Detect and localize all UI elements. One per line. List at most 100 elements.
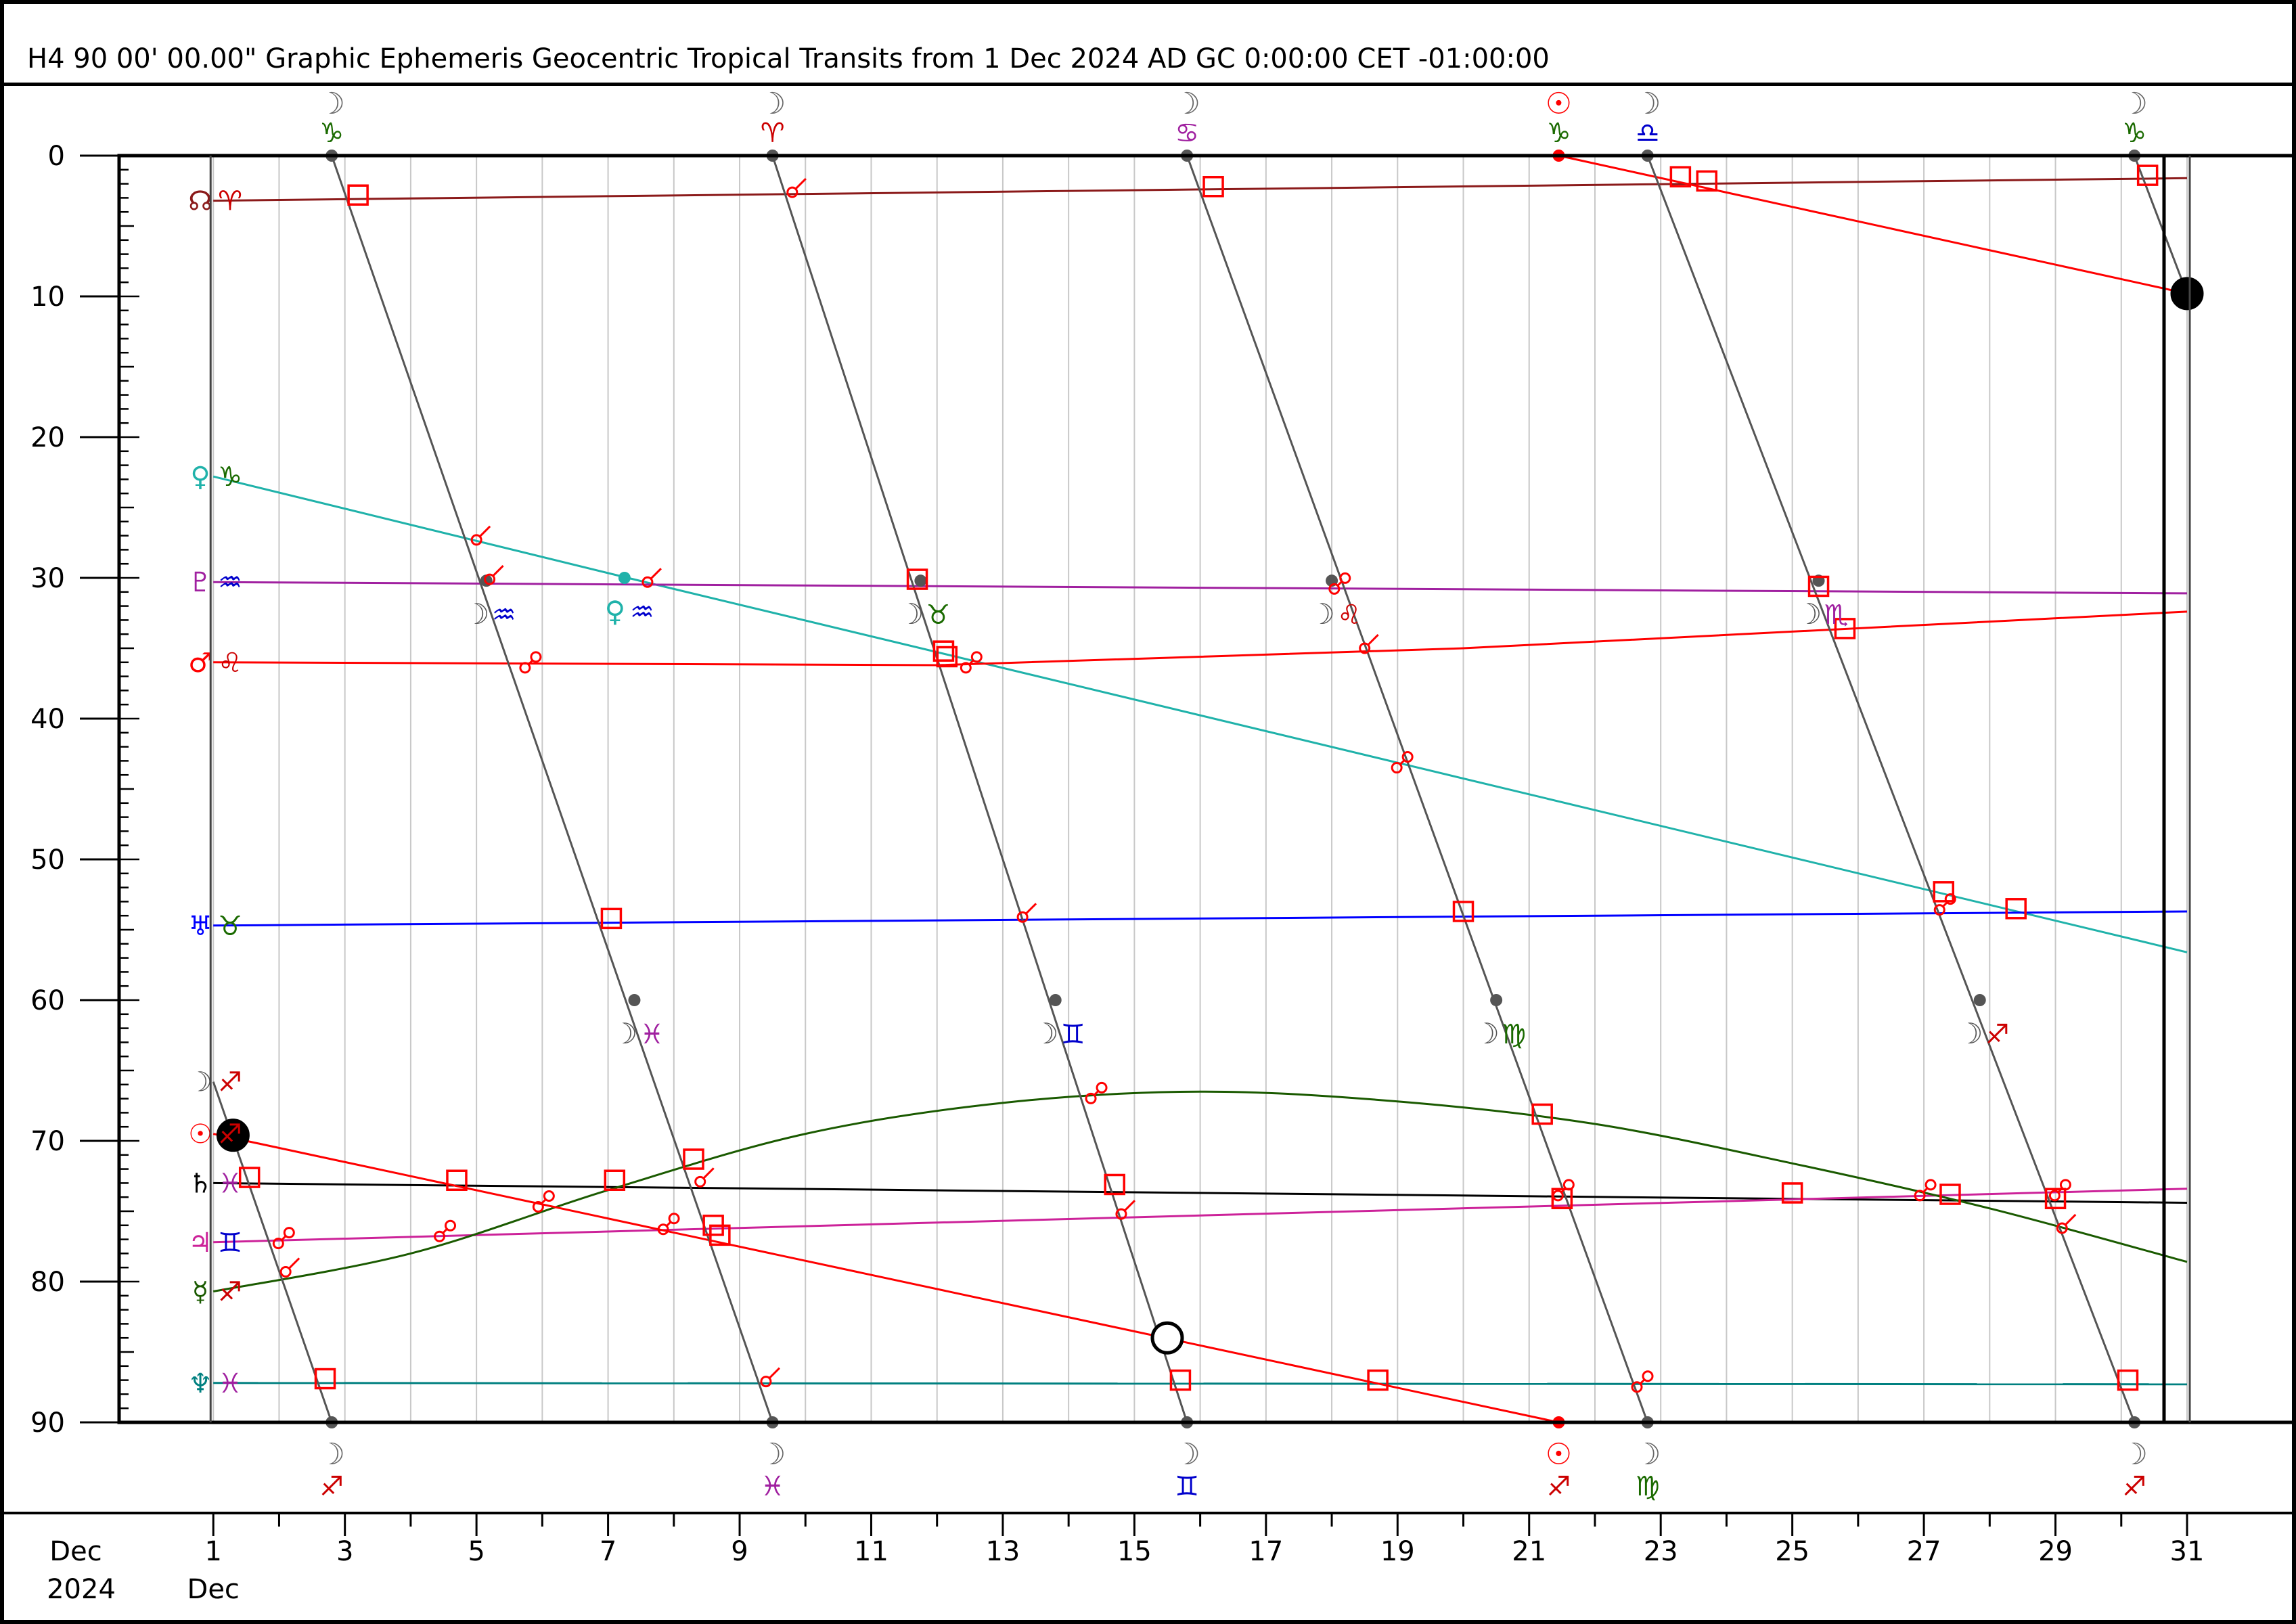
sextile-aspect-tick [288, 1257, 300, 1269]
x-tick-label: 13 [985, 1536, 1020, 1567]
planet-line [213, 1382, 2188, 1386]
mid-ingress-glyph: ☽ [899, 597, 924, 631]
y-tick-label: 50 [30, 844, 65, 876]
planet-glyph: ☽ [188, 1067, 212, 1098]
planet-line [771, 155, 1188, 1423]
mid-ingress-sign: ♒ [492, 600, 516, 631]
x-tick-label: 29 [2038, 1536, 2073, 1567]
sextile-aspect-tick [794, 178, 807, 190]
sextile-aspect [694, 1175, 706, 1188]
square-aspect [600, 907, 623, 930]
new-moon-marker [2170, 277, 2204, 311]
planet-sign: ♒ [218, 567, 242, 598]
bottom-ingress-glyph: ☽ [1634, 1437, 1661, 1472]
sextile-aspect-tick [479, 525, 491, 537]
planet-glyph: ☊ [188, 186, 212, 217]
sextile-aspect-tick [650, 568, 662, 580]
bottom-ingress-glyph: ☉ [1546, 1437, 1572, 1472]
top-ingress-glyph: ☽ [319, 87, 345, 121]
bottom-ingress-sign: ♍ [1636, 1471, 1660, 1502]
x-tick-label: 27 [1907, 1536, 1941, 1567]
x-corner-month: Dec [49, 1536, 102, 1567]
opposition-aspect-link [666, 1221, 672, 1227]
x-tick-label: 21 [1512, 1536, 1546, 1567]
opposition-aspect-b [543, 1190, 555, 1202]
aspect-markers [238, 164, 2159, 1393]
ingress-dot [1973, 994, 1986, 1006]
x-tick-label: 3 [336, 1536, 353, 1567]
x-tick-label: 15 [1117, 1536, 1152, 1567]
top-ingress-sign: ♑ [1547, 118, 1571, 149]
planet-line [212, 1133, 1559, 1424]
planet-sign: ♓ [218, 1368, 242, 1399]
ingress-dot [1490, 994, 1503, 1006]
planet-glyph: ♃ [188, 1227, 212, 1259]
sextile-aspect-tick [1123, 1200, 1136, 1212]
planet-labels: ☊ ♈♀ ♑♇ ♒♂ ♌♅ ♉♄ ♓♃ ♊☿ ♐♆ ♓☉ ♐☽ ♐☽♑☽♈☽♋☉♑☽♎☽♑☽♐☽♓☽♊… [188, 87, 2148, 1502]
top-ingress-sign: ♑ [2122, 118, 2146, 149]
y-tick-label: 0 [48, 141, 65, 172]
bottom-ingress-sign: ♊ [1175, 1471, 1199, 1502]
sextile-aspect [279, 1265, 292, 1278]
planet-sign: ♈ [218, 186, 242, 217]
y-tick-label: 40 [30, 704, 65, 735]
mid-ingress-glyph: ☽ [1797, 597, 1822, 631]
sextile-aspect [786, 186, 798, 198]
top-ingress-glyph: ☽ [1173, 87, 1200, 121]
x-tick-label: 17 [1248, 1536, 1283, 1567]
y-tick-label: 10 [30, 281, 65, 313]
sextile-aspect-tick [2065, 1213, 2077, 1226]
bottom-ingress-glyph: ☽ [319, 1437, 345, 1472]
bottom-ingress-sign: ♐ [319, 1471, 344, 1502]
bottom-ingress-glyph: ☽ [1173, 1437, 1200, 1472]
opposition-aspect-b [1642, 1370, 1654, 1382]
opposition-aspect-b [1924, 1179, 1937, 1191]
top-ingress-glyph: ☽ [1634, 87, 1661, 121]
x-tick-label: 19 [1380, 1536, 1415, 1567]
opposition-aspect-b [1096, 1081, 1108, 1093]
x-tick-label: 25 [1775, 1536, 1809, 1567]
mid-ingress-sign: ♒ [630, 597, 654, 628]
x-tick-label: 7 [600, 1536, 616, 1567]
planet-line [2133, 155, 2188, 294]
y-tick-label: 80 [30, 1267, 65, 1298]
bottom-ingress-glyph: ☽ [759, 1437, 786, 1472]
planet-sign: ♐ [218, 1277, 242, 1308]
sextile-aspect [760, 1376, 772, 1388]
opposition-aspect-b [283, 1227, 295, 1239]
mid-ingress-sign: ♏ [1824, 600, 1849, 631]
opposition-aspect [1391, 762, 1403, 774]
planet-glyph: ♇ [188, 567, 212, 598]
planet-glyph: ☉ [188, 1119, 212, 1150]
ingress-dot [914, 574, 927, 587]
planet-line [1186, 155, 1649, 1423]
plot-frame [117, 154, 2166, 1424]
opposition-aspect-link [442, 1228, 448, 1234]
y-tick-label: 30 [30, 563, 65, 594]
mid-ingress-sign: ♌ [1337, 600, 1361, 631]
x-corner-year: 2024 [47, 1574, 116, 1605]
x-tick-label: 5 [468, 1536, 485, 1567]
planet-sign: ♑ [218, 461, 242, 493]
top-ingress-glyph: ☽ [759, 87, 786, 121]
ingress-dot [618, 572, 631, 584]
mid-ingress-sign: ♓ [640, 1019, 665, 1050]
top-ingress-sign: ♎ [1636, 118, 1660, 149]
planet-glyph: ♂ [188, 648, 212, 679]
ingress-dot [628, 994, 641, 1006]
y-tick-label: 60 [30, 985, 65, 1016]
x-tick-label: 31 [2170, 1536, 2205, 1567]
lunar-phases [216, 277, 2204, 1355]
bottom-ingress-sign: ♐ [1547, 1471, 1571, 1502]
top-ingress-glyph: ☉ [1546, 87, 1572, 121]
y-tick-label: 90 [30, 1407, 65, 1439]
sextile-aspect-tick [702, 1167, 715, 1179]
mid-ingress-sign: ♐ [1985, 1019, 2010, 1050]
mid-ingress-sign: ♊ [1061, 1019, 1085, 1050]
x-tick-sublabel: Dec [187, 1574, 240, 1605]
opposition-aspect-b [970, 651, 983, 663]
mid-ingress-glyph: ☽ [1958, 1017, 1983, 1050]
square-aspect [1202, 176, 1224, 198]
mid-ingress-glyph: ☽ [1309, 597, 1335, 631]
bottom-ingress-sign: ♐ [2122, 1471, 2146, 1502]
